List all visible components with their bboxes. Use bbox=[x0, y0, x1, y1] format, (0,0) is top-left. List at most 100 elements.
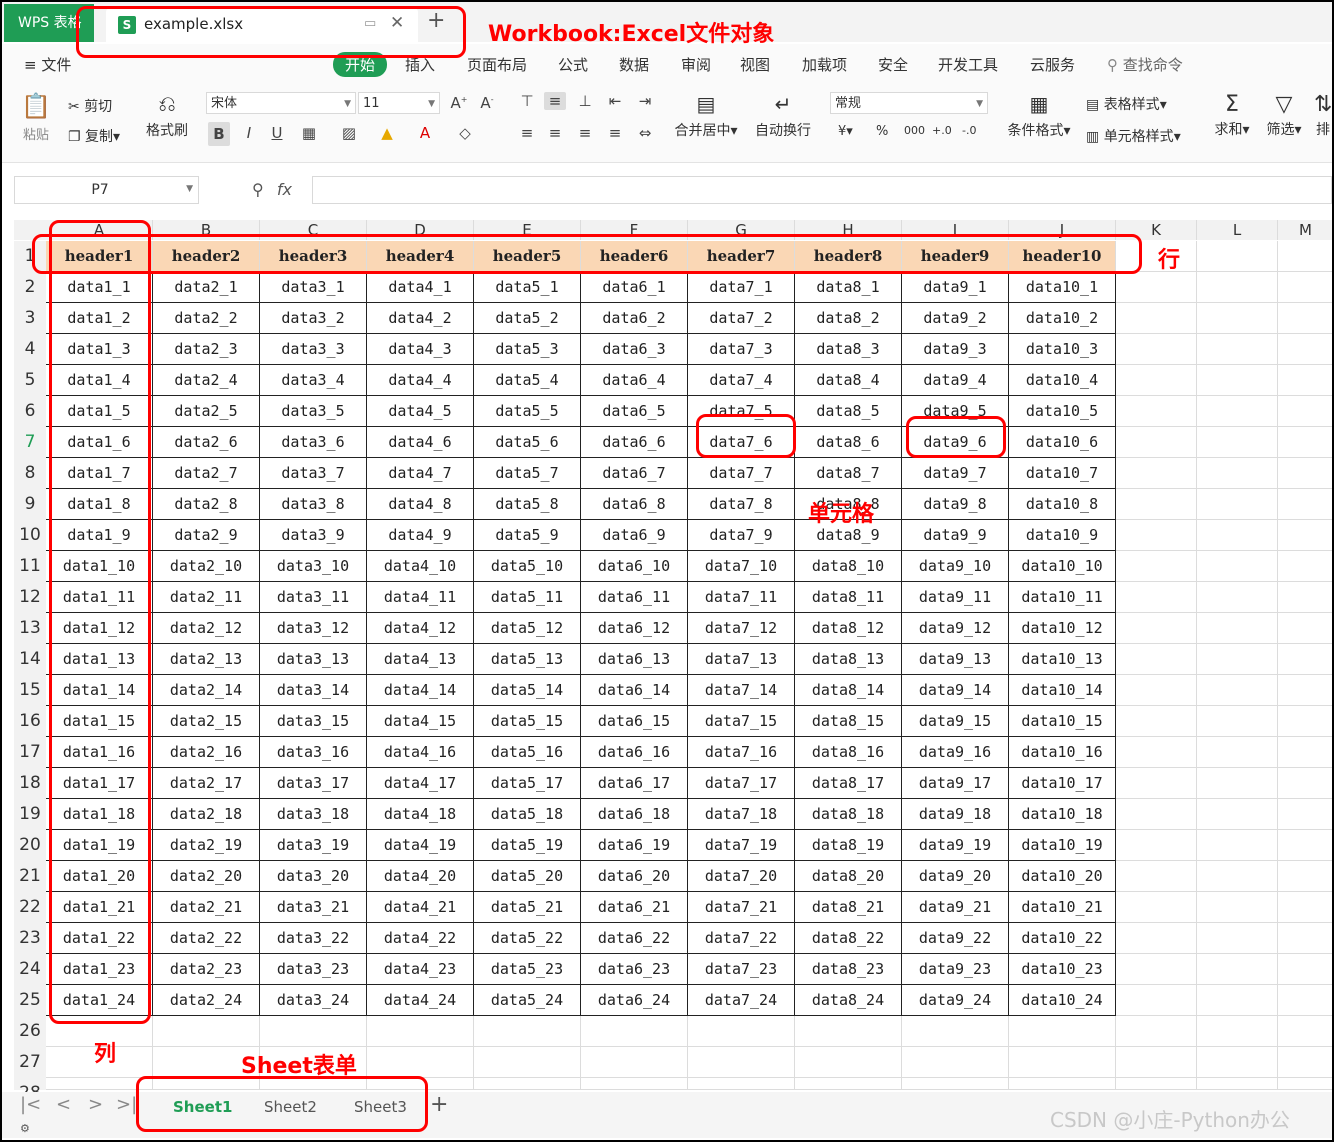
empty-cell[interactable] bbox=[1197, 923, 1278, 954]
data-cell[interactable]: data4_2 bbox=[367, 303, 474, 334]
prev-sheet-icon[interactable]: < bbox=[56, 1094, 71, 1115]
bold-icon[interactable]: B bbox=[208, 122, 230, 146]
data-cell[interactable]: data6_16 bbox=[581, 737, 688, 768]
empty-cell[interactable] bbox=[1278, 830, 1334, 861]
cut-button[interactable]: ✂ 剪切 bbox=[68, 96, 112, 116]
data-cell[interactable]: data6_1 bbox=[581, 272, 688, 303]
empty-cell[interactable] bbox=[1278, 861, 1334, 892]
empty-cell[interactable] bbox=[1197, 272, 1278, 303]
empty-cell[interactable] bbox=[1116, 1078, 1197, 1090]
empty-cell[interactable] bbox=[1116, 675, 1197, 706]
empty-cell[interactable] bbox=[1197, 644, 1278, 675]
decrease-font-icon[interactable]: A- bbox=[476, 94, 498, 112]
empty-cell[interactable] bbox=[1197, 768, 1278, 799]
data-cell[interactable]: data8_22 bbox=[795, 923, 902, 954]
empty-cell[interactable] bbox=[1197, 861, 1278, 892]
font-size-select[interactable]: 11 ▼ bbox=[358, 92, 440, 114]
data-cell[interactable]: data2_2 bbox=[153, 303, 260, 334]
number-format-select[interactable]: 常规 ▼ bbox=[830, 92, 988, 114]
row-header-23[interactable]: 23 bbox=[14, 923, 46, 954]
data-cell[interactable]: data5_8 bbox=[474, 489, 581, 520]
data-cell[interactable]: data6_13 bbox=[581, 644, 688, 675]
empty-cell[interactable] bbox=[1197, 520, 1278, 551]
data-cell[interactable]: data3_4 bbox=[260, 365, 367, 396]
font-name-select[interactable]: 宋体 ▼ bbox=[206, 92, 356, 114]
row-header-16[interactable]: 16 bbox=[14, 706, 46, 737]
data-cell[interactable]: data5_24 bbox=[474, 985, 581, 1016]
data-cell[interactable]: data7_10 bbox=[688, 551, 795, 582]
row-header-5[interactable]: 5 bbox=[14, 365, 46, 396]
data-cell[interactable]: data10_21 bbox=[1009, 892, 1116, 923]
data-cell[interactable]: data8_19 bbox=[795, 830, 902, 861]
data-cell[interactable]: data7_17 bbox=[688, 768, 795, 799]
empty-cell[interactable] bbox=[1116, 985, 1197, 1016]
data-cell[interactable]: data8_21 bbox=[795, 892, 902, 923]
empty-cell[interactable] bbox=[1116, 613, 1197, 644]
zoom-icon[interactable]: ⚲ bbox=[252, 180, 264, 199]
align-middle-icon[interactable]: ≡ bbox=[544, 92, 566, 110]
fill-color-icon[interactable]: ▲ bbox=[376, 124, 398, 142]
add-sheet-icon[interactable]: + bbox=[430, 1092, 448, 1117]
empty-cell[interactable] bbox=[1197, 458, 1278, 489]
data-cell[interactable]: data9_3 bbox=[902, 334, 1009, 365]
row-header-2[interactable]: 2 bbox=[14, 272, 46, 303]
data-cell[interactable]: data7_22 bbox=[688, 923, 795, 954]
align-left-icon[interactable]: ≡ bbox=[516, 124, 538, 142]
data-cell[interactable]: data3_21 bbox=[260, 892, 367, 923]
data-cell[interactable]: data5_6 bbox=[474, 427, 581, 458]
data-cell[interactable]: data4_1 bbox=[367, 272, 474, 303]
data-cell[interactable]: data2_1 bbox=[153, 272, 260, 303]
data-cell[interactable]: data5_11 bbox=[474, 582, 581, 613]
empty-cell[interactable] bbox=[581, 1047, 688, 1078]
data-cell[interactable]: data3_9 bbox=[260, 520, 367, 551]
increase-decimal-icon[interactable]: +.0 bbox=[932, 124, 952, 137]
data-cell[interactable]: data3_10 bbox=[260, 551, 367, 582]
data-cell[interactable]: data10_16 bbox=[1009, 737, 1116, 768]
data-cell[interactable]: data5_4 bbox=[474, 365, 581, 396]
empty-cell[interactable] bbox=[795, 1047, 902, 1078]
data-cell[interactable]: data10_7 bbox=[1009, 458, 1116, 489]
data-cell[interactable]: data8_14 bbox=[795, 675, 902, 706]
data-cell[interactable]: data3_2 bbox=[260, 303, 367, 334]
empty-cell[interactable] bbox=[581, 1016, 688, 1047]
empty-cell[interactable] bbox=[1116, 861, 1197, 892]
data-cell[interactable]: data10_15 bbox=[1009, 706, 1116, 737]
data-cell[interactable]: data10_8 bbox=[1009, 489, 1116, 520]
data-cell[interactable]: data8_5 bbox=[795, 396, 902, 427]
empty-cell[interactable] bbox=[1197, 241, 1278, 272]
data-cell[interactable]: data6_20 bbox=[581, 861, 688, 892]
menu-item-12[interactable]: 云服务 bbox=[1030, 54, 1075, 75]
data-cell[interactable]: data3_12 bbox=[260, 613, 367, 644]
distributed-icon[interactable]: ⇔ bbox=[634, 124, 656, 142]
underline-icon[interactable]: U bbox=[266, 124, 288, 142]
menu-item-7[interactable]: 审阅 bbox=[681, 54, 711, 75]
data-cell[interactable]: data8_3 bbox=[795, 334, 902, 365]
empty-cell[interactable] bbox=[1197, 706, 1278, 737]
empty-cell[interactable] bbox=[1278, 396, 1334, 427]
empty-cell[interactable] bbox=[1197, 303, 1278, 334]
empty-cell[interactable] bbox=[1116, 427, 1197, 458]
macro-icon[interactable]: ⚙ bbox=[20, 1122, 30, 1135]
empty-cell[interactable] bbox=[474, 1047, 581, 1078]
data-cell[interactable]: data8_16 bbox=[795, 737, 902, 768]
fx-icon[interactable]: fx bbox=[277, 180, 292, 199]
row-header-21[interactable]: 21 bbox=[14, 861, 46, 892]
data-cell[interactable]: data4_13 bbox=[367, 644, 474, 675]
data-cell[interactable]: data2_21 bbox=[153, 892, 260, 923]
empty-cell[interactable] bbox=[1278, 706, 1334, 737]
data-cell[interactable]: data6_3 bbox=[581, 334, 688, 365]
empty-cell[interactable] bbox=[902, 1016, 1009, 1047]
empty-cell[interactable] bbox=[1278, 551, 1334, 582]
data-cell[interactable]: data3_3 bbox=[260, 334, 367, 365]
data-cell[interactable]: data10_2 bbox=[1009, 303, 1116, 334]
data-cell[interactable]: data10_11 bbox=[1009, 582, 1116, 613]
empty-cell[interactable] bbox=[1278, 489, 1334, 520]
clear-format-icon[interactable]: ◇ bbox=[454, 124, 476, 142]
menu-item-10[interactable]: 安全 bbox=[878, 54, 908, 75]
data-cell[interactable]: data3_19 bbox=[260, 830, 367, 861]
row-header-18[interactable]: 18 bbox=[14, 768, 46, 799]
align-right-icon[interactable]: ≡ bbox=[574, 124, 596, 142]
empty-cell[interactable] bbox=[795, 1078, 902, 1090]
empty-cell[interactable] bbox=[688, 1078, 795, 1090]
data-cell[interactable]: data4_11 bbox=[367, 582, 474, 613]
